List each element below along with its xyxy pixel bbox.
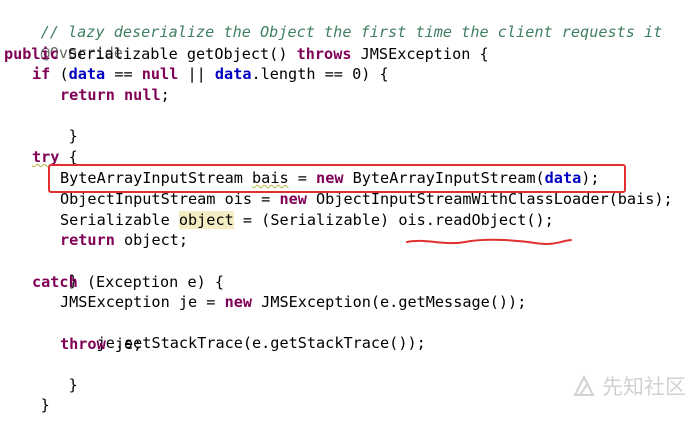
watermark: 先知社区 — [572, 371, 686, 401]
keyword-if: if — [32, 65, 51, 83]
xianzhi-logo-icon — [573, 374, 595, 396]
code-line-setstacktrace: je.setStackTrace(e.getStackTrace()); — [60, 313, 426, 352]
code-line-return-null: return null; — [60, 85, 170, 105]
keyword-return: return — [60, 231, 115, 249]
keyword-throw: throw — [60, 335, 106, 353]
code-text: == — [105, 65, 142, 83]
brace: } — [40, 396, 50, 414]
red-underline-annotation — [406, 238, 572, 245]
signature-exception: JMSException { — [351, 45, 489, 63]
keyword-throws: throws — [296, 45, 352, 63]
code-line-jmsexception: JMSException je = new JMSException(e.get… — [60, 292, 526, 312]
code-text: je.setStackTrace(e.getStackTrace()); — [96, 334, 426, 352]
code-line-annotation: @Override — [4, 23, 123, 62]
code-editor[interactable]: // lazy deserialize the Object the first… — [0, 0, 692, 414]
brace: } — [68, 376, 78, 394]
code-line-comment: // lazy deserialize the Object the first… — [4, 2, 663, 41]
code-line-close-brace: } — [4, 375, 50, 414]
code-line-if: if (data == null || data.length == 0) { — [32, 64, 389, 84]
variable-object: object — [178, 211, 234, 229]
field-data: data — [214, 65, 252, 83]
code-text: ) { — [361, 65, 389, 83]
keyword-return: return — [60, 86, 115, 104]
code-text: || — [178, 65, 215, 83]
code-text: = (Serializable) ois.readObject(); — [233, 211, 554, 229]
code-text: object; — [114, 231, 189, 249]
keyword-null: null — [124, 86, 161, 104]
code-line-close-brace: } — [32, 106, 78, 145]
code-text: ; — [160, 86, 170, 104]
keyword-public: public — [4, 45, 59, 63]
code-line-throw: throw je; — [60, 334, 142, 354]
keyword-new: new — [224, 293, 253, 311]
signature-text: Serializable getObject() — [58, 45, 297, 63]
watermark-text: 先知社区 — [602, 375, 686, 399]
red-highlight-box — [48, 164, 626, 193]
code-line-close-brace: } — [32, 355, 78, 394]
code-text: JMSException je = — [60, 293, 225, 311]
field-data: data — [68, 65, 106, 83]
code-line-method-signature: public Serializable getObject() throws J… — [4, 44, 489, 64]
code-line-catch: catch (Exception e) { — [32, 272, 224, 292]
code-line-close-brace: } — [32, 251, 78, 290]
brace: } — [68, 127, 78, 145]
code-text: (Exception e) { — [77, 273, 225, 291]
code-line-return-object: return object; — [60, 230, 188, 250]
code-text: Serializable — [60, 211, 179, 229]
code-text: je; — [105, 335, 143, 353]
code-line-readobject: Serializable object = (Serializable) ois… — [60, 210, 554, 230]
number-literal: 0 — [352, 65, 362, 83]
keyword-null: null — [141, 65, 179, 83]
code-text: .length == — [251, 65, 353, 83]
code-text: JMSException(e.getMessage()); — [252, 293, 527, 311]
comment-text: // lazy deserialize the Object the first… — [40, 23, 663, 41]
keyword-catch: catch — [32, 273, 78, 291]
code-text: ( — [50, 65, 69, 83]
